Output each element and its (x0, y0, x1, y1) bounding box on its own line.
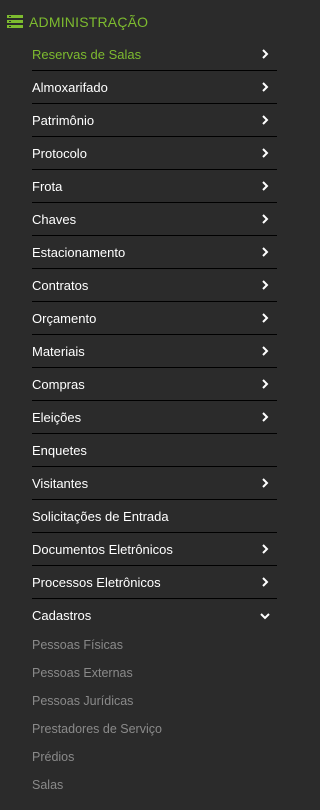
menu-item-materiais[interactable]: Materiais (32, 335, 277, 368)
menu-item-contratos[interactable]: Contratos (32, 269, 277, 302)
menu-item-label: Processos Eletrônicos (32, 574, 161, 590)
menu-item-label: Materiais (32, 343, 85, 359)
menu-item-label: Almoxarifado (32, 79, 108, 95)
chevron-right-icon (262, 214, 269, 224)
section-header-administracao[interactable]: ADMINISTRAÇÃO (7, 10, 148, 34)
menu-item-compras[interactable]: Compras (32, 368, 277, 401)
chevron-right-icon (262, 247, 269, 257)
menu-item-cadastros[interactable]: Cadastros (32, 599, 277, 632)
chevron-right-icon (262, 49, 269, 59)
menu-item-label: Documentos Eletrônicos (32, 541, 173, 557)
menu-item-label: Frota (32, 178, 63, 194)
chevron-right-icon (262, 544, 269, 554)
menu-item-documentos-eletronicos[interactable]: Documentos Eletrônicos (32, 533, 277, 566)
chevron-down-icon (260, 612, 270, 619)
menu-item-label: Solicitações de Entrada (32, 508, 169, 524)
menu-item-eleicoes[interactable]: Eleições (32, 401, 277, 434)
menu-item-solicitacoes-de-entrada[interactable]: Solicitações de Entrada (32, 500, 277, 533)
menu-item-label: Visitantes (32, 475, 89, 491)
menu-item-label: Eleições (32, 409, 82, 425)
menu-item-patrimonio[interactable]: Patrimônio (32, 104, 277, 137)
chevron-right-icon (262, 346, 269, 356)
chevron-right-icon (262, 148, 269, 158)
menu-item-reservas-de-salas[interactable]: Reservas de Salas (32, 38, 277, 71)
menu-item-visitantes[interactable]: Visitantes (32, 467, 277, 500)
menu-item-orcamento[interactable]: Orçamento (32, 302, 277, 335)
submenu-item-prestadores-de-servico[interactable]: Prestadores de Serviço (32, 715, 277, 743)
submenu-item-pessoas-fisicas[interactable]: Pessoas Físicas (32, 631, 277, 659)
chevron-right-icon (262, 577, 269, 587)
chevron-right-icon (262, 280, 269, 290)
chevron-right-icon (262, 379, 269, 389)
menu-item-processos-eletronicos[interactable]: Processos Eletrônicos (32, 566, 277, 599)
menu-item-frota[interactable]: Frota (32, 170, 277, 203)
submenu-item-salas[interactable]: Salas (32, 771, 277, 799)
submenu-item-pessoas-externas[interactable]: Pessoas Externas (32, 659, 277, 687)
menu-item-estacionamento[interactable]: Estacionamento (32, 236, 277, 269)
menu-item-almoxarifado[interactable]: Almoxarifado (32, 71, 277, 104)
menu-item-label: Reservas de Salas (32, 46, 142, 62)
chevron-right-icon (262, 313, 269, 323)
menu-item-label: Cadastros (32, 608, 92, 623)
chevron-right-icon (262, 181, 269, 191)
menu-item-chaves[interactable]: Chaves (32, 203, 277, 236)
menu-item-protocolo[interactable]: Protocolo (32, 137, 277, 170)
menu-item-label: Patrimônio (32, 112, 95, 128)
menu-item-label: Protocolo (32, 145, 87, 161)
section-title: ADMINISTRAÇÃO (29, 14, 149, 30)
menu-item-label: Enquetes (32, 442, 87, 458)
cadastros-submenu: Pessoas Físicas Pessoas Externas Pessoas… (32, 631, 277, 799)
stacked-list-icon (7, 15, 23, 28)
menu-item-label: Chaves (32, 211, 77, 227)
chevron-right-icon (262, 412, 269, 422)
chevron-right-icon (262, 82, 269, 92)
chevron-right-icon (262, 115, 269, 125)
menu-item-label: Compras (32, 376, 85, 392)
submenu-item-pessoas-juridicas[interactable]: Pessoas Jurídicas (32, 687, 277, 715)
menu-item-label: Orçamento (32, 310, 97, 326)
submenu-item-predios[interactable]: Prédios (32, 743, 277, 771)
admin-menu: Reservas de Salas Almoxarifado Patrimôni… (32, 38, 277, 632)
chevron-right-icon (262, 478, 269, 488)
menu-item-enquetes[interactable]: Enquetes (32, 434, 277, 467)
menu-item-label: Contratos (32, 277, 89, 293)
menu-item-label: Estacionamento (32, 244, 126, 260)
